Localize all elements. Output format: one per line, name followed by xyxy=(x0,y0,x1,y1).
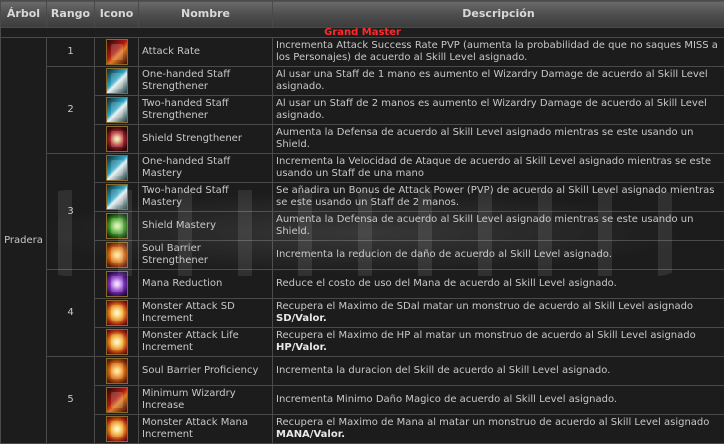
wizardry-icon xyxy=(105,387,128,413)
skill-name: Attack Rate xyxy=(138,37,273,67)
table-row: Soul Barrier Strengthener Incrementa la … xyxy=(1,240,724,270)
table-row: 3 One-handed Staff Mastery Incrementa la… xyxy=(1,153,724,270)
value-unit: SD/Valor. xyxy=(276,313,327,324)
table-row: Minimum Wizardry Increase Incrementa Min… xyxy=(1,385,724,415)
header-row: Árbol Rango Icono Nombre Descripción xyxy=(0,0,724,28)
soul-barrier-icon xyxy=(105,242,128,268)
skill-name: Two-handed Staff Strengthener xyxy=(138,95,273,125)
skill-description: Recupera el Maximo de Mana al matar un m… xyxy=(272,414,724,444)
header-name: Nombre xyxy=(138,0,273,28)
rank-cell: 5 xyxy=(46,356,95,444)
monster-attack-icon xyxy=(105,329,128,355)
rank-cell: 1 xyxy=(46,37,95,67)
section-row: Grand Master xyxy=(0,27,724,38)
skill-description: Al usar una Staff de 1 mano es aumento e… xyxy=(272,66,724,96)
value-unit: MANA/Valor. xyxy=(276,429,345,440)
skill-name: Two-handed Staff Mastery xyxy=(138,182,273,212)
description-text: Recupera el Maximo de SDal matar un mons… xyxy=(276,301,694,312)
description-text: Recupera el Maximo de Mana al matar un m… xyxy=(276,417,710,428)
skill-description: Al usar un Staff de 2 manos es aumento e… xyxy=(272,95,724,125)
skills-table: Árbol Rango Icono Nombre Descripción Gra… xyxy=(0,0,724,444)
mana-reduction-icon xyxy=(105,271,128,297)
table-row: Shield Strengthener Aumenta la Defensa d… xyxy=(1,124,724,154)
header-tree: Árbol xyxy=(0,0,47,28)
skill-description: Aumenta la Defensa de acuerdo al Skill L… xyxy=(272,124,724,154)
skill-description: Incrementa la Velocidad de Ataque de acu… xyxy=(272,153,724,183)
table-row: 2 One-handed Staff Strengthener Al usar … xyxy=(1,66,724,154)
skill-name: Monster Attack Life Increment xyxy=(138,327,273,357)
shield-mastery-icon xyxy=(105,213,128,239)
skill-name: Shield Mastery xyxy=(138,211,273,241)
table-row: Monster Attack SD Increment Recupera el … xyxy=(1,298,724,328)
header-icon: Icono xyxy=(94,0,139,28)
soul-barrier-icon xyxy=(105,358,128,384)
shield-icon xyxy=(105,126,128,152)
skill-description: Incrementa la reducion de daño de acuerd… xyxy=(272,240,724,270)
table-row: 4 Mana Reduction Reduce el costo de uso … xyxy=(1,269,724,357)
skill-name: Mana Reduction xyxy=(138,269,273,299)
skill-description: Aumenta la Defensa de acuerdo al Skill L… xyxy=(272,211,724,241)
skill-name: Soul Barrier Strengthener xyxy=(138,240,273,270)
skill-name: Minimum Wizardry Increase xyxy=(138,385,273,415)
skill-name: One-handed Staff Strengthener xyxy=(138,66,273,96)
staff-icon xyxy=(105,155,128,181)
skill-description: Recupera el Maximo de HP al matar un mon… xyxy=(272,327,724,357)
monster-attack-icon xyxy=(105,300,128,326)
table-row: 5 Soul Barrier Proficiency Incrementa la… xyxy=(1,356,724,444)
header-rank: Rango xyxy=(46,0,95,28)
staff-icon xyxy=(105,68,128,94)
rank-cell: 3 xyxy=(46,153,95,270)
table-row: Monster Attack Mana Increment Recupera e… xyxy=(1,414,724,444)
skill-name: Soul Barrier Proficiency xyxy=(138,356,273,386)
table-row: Monster Attack Life Increment Recupera e… xyxy=(1,327,724,357)
header-description: Descripción xyxy=(272,0,724,28)
skill-description: Incrementa Minimo Daño Magico de acuerdo… xyxy=(272,385,724,415)
table-row: Pradera 1 Attack Rate Incrementa Attack … xyxy=(0,37,724,444)
skill-description: Se añadira un Bonus de Attack Power (PVP… xyxy=(272,182,724,212)
staff-icon xyxy=(105,97,128,123)
table-row: Shield Mastery Aumenta la Defensa de acu… xyxy=(1,211,724,241)
attack-rate-icon xyxy=(105,39,128,65)
table-row: Two-handed Staff Mastery Se añadira un B… xyxy=(1,182,724,212)
rank-cell: 4 xyxy=(46,269,95,357)
table-row: Two-handed Staff Strengthener Al usar un… xyxy=(1,95,724,125)
skill-description: Incrementa la duracion del Skill de acue… xyxy=(272,356,724,386)
value-unit: HP/Valor. xyxy=(276,342,327,353)
skill-description: Incrementa Attack Success Rate PVP (aume… xyxy=(272,37,724,67)
skill-description: Reduce el costo de uso del Mana de acuer… xyxy=(272,269,724,299)
description-text: Recupera el Maximo de HP al matar un mon… xyxy=(276,330,696,341)
section-title: Grand Master xyxy=(0,27,724,38)
staff-icon xyxy=(105,184,128,210)
skill-name: Monster Attack Mana Increment xyxy=(138,414,273,444)
skill-description: Recupera el Maximo de SDal matar un mons… xyxy=(272,298,724,328)
tree-cell: Pradera xyxy=(0,37,47,444)
skill-name: One-handed Staff Mastery xyxy=(138,153,273,183)
skill-name: Monster Attack SD Increment xyxy=(138,298,273,328)
rank-cell: 2 xyxy=(46,66,95,154)
monster-attack-icon xyxy=(105,416,128,442)
skill-name: Shield Strengthener xyxy=(138,124,273,154)
